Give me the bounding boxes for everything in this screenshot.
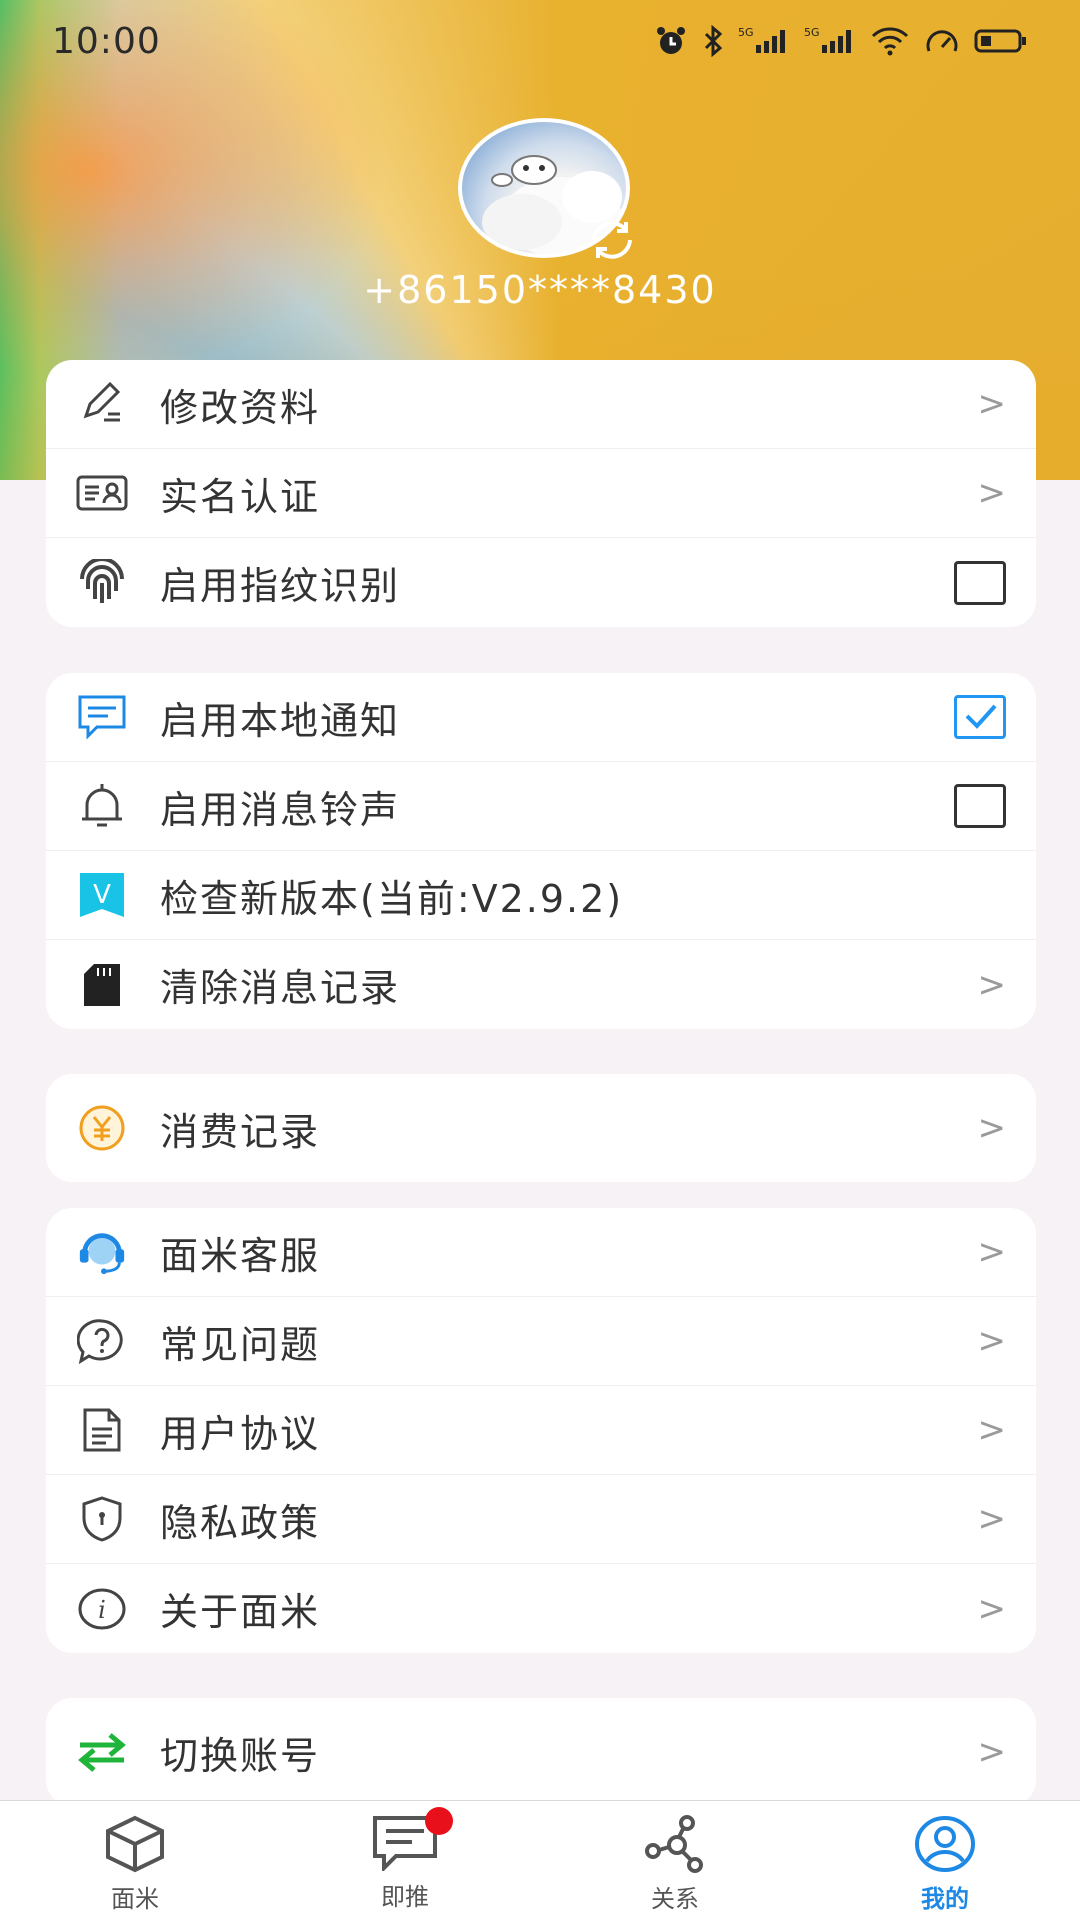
user-agreement-row[interactable]: 用户协议 >: [46, 1386, 1036, 1475]
customer-service-icon: [76, 1226, 128, 1278]
bluetooth-icon: [704, 25, 723, 57]
sync-icon[interactable]: [586, 218, 638, 262]
info-icon: i: [76, 1583, 128, 1635]
alarm-icon: [657, 27, 685, 54]
document-icon: [76, 1404, 128, 1456]
bell-icon: [76, 780, 128, 832]
local-notification-checkbox[interactable]: [954, 695, 1006, 739]
row-label: 启用指纹识别: [160, 564, 401, 608]
chevron-right-icon: >: [977, 384, 1007, 424]
row-label: 消费记录: [160, 1109, 321, 1154]
chevron-right-icon: >: [977, 1588, 1007, 1629]
check-version-row[interactable]: V 检查新版本(当前:V2.9.2): [46, 851, 1036, 940]
yuan-icon: [76, 1102, 128, 1154]
switch-account-row[interactable]: 切换账号 >: [46, 1698, 1036, 1806]
consumption-record-row[interactable]: 消费记录 >: [46, 1074, 1036, 1182]
local-notification-row[interactable]: 启用本地通知: [46, 673, 1036, 762]
row-label: 面米客服: [160, 1233, 321, 1278]
account-settings-card: 修改资料 > 实名认证 > 启用指纹识别: [46, 360, 1036, 627]
fingerprint-checkbox[interactable]: [954, 560, 1006, 605]
faq-row[interactable]: 常见问题 >: [46, 1297, 1036, 1386]
version-badge-text: V: [93, 880, 111, 910]
row-label: 关于面米: [160, 1590, 321, 1634]
cube-icon: [106, 1815, 164, 1873]
row-label: 修改资料: [160, 385, 321, 430]
row-label: 隐私政策: [160, 1500, 321, 1545]
row-label: 实名认证: [160, 474, 321, 519]
edit-profile-row[interactable]: 修改资料 >: [46, 360, 1036, 449]
support-card: 面米客服 > 常见问题 > 用户协议 > 隐私政策 > i 关于面米 >: [46, 1208, 1036, 1653]
bottom-tab-bar: 面米 即推 关系 我的: [0, 1800, 1080, 1920]
svg-text:5G: 5G: [804, 26, 820, 39]
shield-icon: [76, 1493, 128, 1545]
row-label: 常见问题: [160, 1322, 321, 1367]
phone-number: +86150****8430: [363, 268, 717, 312]
battery-icon: [974, 29, 1026, 53]
fingerprint-row[interactable]: 启用指纹识别: [46, 538, 1036, 627]
network-icon: [645, 1815, 703, 1873]
speed-icon: [926, 30, 958, 52]
row-label: 用户协议: [160, 1411, 321, 1456]
status-time: 10:00: [52, 20, 161, 62]
tab-jitui[interactable]: 即推: [270, 1801, 540, 1920]
tab-mianmi[interactable]: 面米: [0, 1801, 270, 1920]
about-row[interactable]: i 关于面米 >: [46, 1564, 1036, 1653]
message-icon: [76, 691, 128, 743]
signal-5g-icon: 5G: [738, 26, 785, 53]
message-ringtone-row[interactable]: 启用消息铃声: [46, 762, 1036, 851]
tab-label: 面米: [111, 1885, 159, 1913]
avatar-area[interactable]: [458, 118, 632, 259]
real-name-verification-row[interactable]: 实名认证 >: [46, 449, 1036, 538]
user-icon: [915, 1816, 975, 1872]
question-icon: [76, 1315, 128, 1367]
signal-5g-2-icon: 5G: [804, 26, 851, 53]
fingerprint-icon: [76, 557, 128, 609]
consumption-card: 消费记录 >: [46, 1074, 1036, 1182]
chevron-right-icon: >: [977, 1410, 1007, 1450]
svg-text:5G: 5G: [738, 26, 754, 39]
tab-label: 我的: [921, 1885, 969, 1913]
tab-label: 关系: [651, 1885, 699, 1913]
customer-service-row[interactable]: 面米客服 >: [46, 1208, 1036, 1297]
tab-label: 即推: [381, 1883, 429, 1911]
chevron-right-icon: >: [977, 1232, 1007, 1272]
edit-icon: [76, 378, 128, 430]
clear-messages-row[interactable]: 清除消息记录 >: [46, 940, 1036, 1029]
row-label: 切换账号: [160, 1733, 321, 1778]
chevron-right-icon: >: [977, 473, 1007, 513]
status-bar: 10:00 5G 5G: [0, 0, 1080, 82]
switch-account-card: 切换账号 >: [46, 1698, 1036, 1806]
status-icons: 5G 5G: [654, 25, 1028, 57]
id-card-icon: [76, 467, 128, 519]
privacy-policy-row[interactable]: 隐私政策 >: [46, 1475, 1036, 1564]
checkmark-icon: [965, 704, 997, 729]
chevron-right-icon: >: [977, 1321, 1007, 1361]
chevron-right-icon: >: [977, 1499, 1007, 1539]
sd-card-icon: [76, 959, 128, 1011]
chevron-right-icon: >: [977, 964, 1007, 1005]
version-icon: V: [76, 869, 128, 921]
chevron-right-icon: >: [977, 1108, 1007, 1148]
row-label: 清除消息记录: [160, 966, 401, 1010]
row-label: 检查新版本(当前:V2.9.2): [160, 876, 624, 921]
ringtone-checkbox[interactable]: [954, 784, 1006, 828]
chevron-right-icon: >: [977, 1732, 1007, 1772]
tab-mine[interactable]: 我的: [810, 1801, 1080, 1920]
switch-icon: [76, 1726, 128, 1778]
wifi-icon: [871, 27, 909, 56]
row-label: 启用本地通知: [160, 698, 401, 743]
svg-text:i: i: [98, 1596, 106, 1624]
notification-badge: [425, 1807, 453, 1835]
row-label: 启用消息铃声: [160, 787, 401, 832]
tab-relations[interactable]: 关系: [540, 1801, 810, 1920]
notification-settings-card: 启用本地通知 启用消息铃声 V 检查新版本(当前:V2.9.2) 清除消息记录 …: [46, 673, 1036, 1029]
